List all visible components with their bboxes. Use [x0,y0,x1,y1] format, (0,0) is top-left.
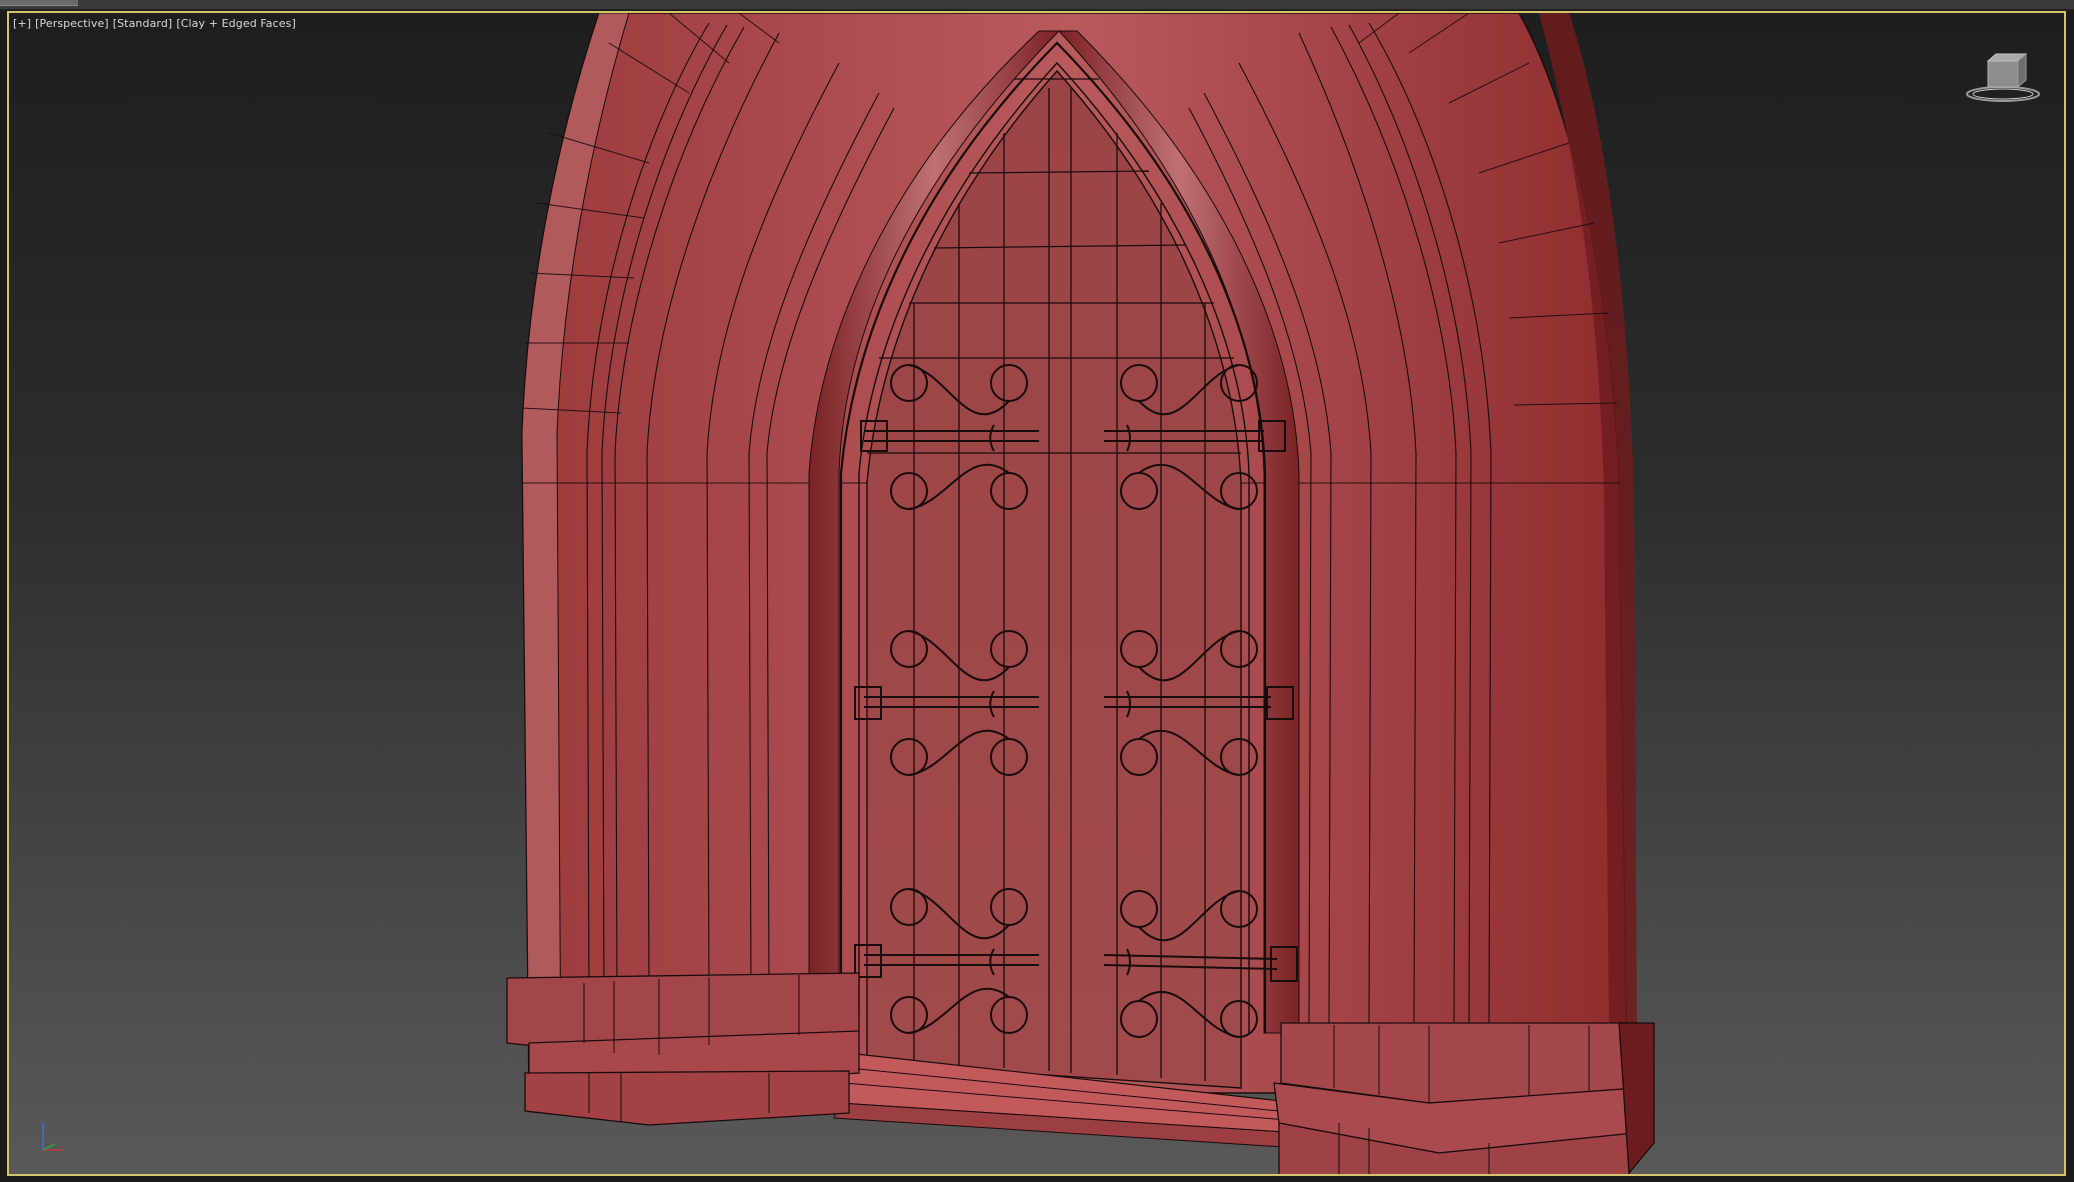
left-plinth [506,972,860,1126]
viewport-label-bar[interactable]: [+] [Perspective] [Standard] [Clay + Edged … [13,17,300,30]
viewport-shading-preset-menu[interactable]: [Standard] [113,17,173,30]
viewcube-icon[interactable] [1964,51,2042,107]
viewport-view-menu[interactable]: [Perspective] [35,17,109,30]
scene-model-gothic-arch-door[interactable] [9,13,2066,1176]
right-plinth [1273,1022,1655,1174]
perspective-viewport[interactable]: [+] [Perspective] [Standard] [Clay + Edged … [7,11,2066,1176]
viewport-plus-menu[interactable]: [+] [13,17,31,30]
top-menu-strip [0,0,2074,10]
active-tab[interactable] [0,0,78,6]
viewport-render-mode-menu[interactable]: [Clay + Edged Faces] [176,17,296,30]
axis-tripod-icon [42,1122,63,1151]
